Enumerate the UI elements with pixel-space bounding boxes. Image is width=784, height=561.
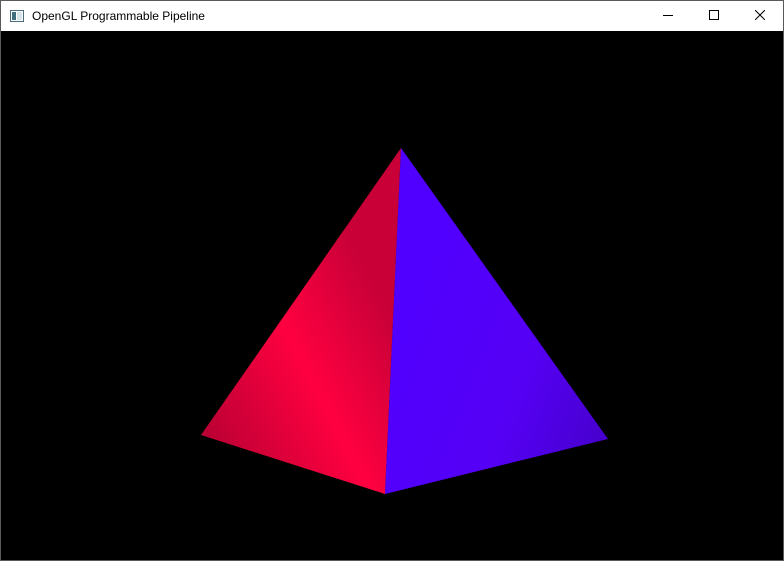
minimize-button[interactable] xyxy=(645,1,691,31)
opengl-viewport[interactable] xyxy=(1,31,783,560)
maximize-button[interactable] xyxy=(691,1,737,31)
pyramid-right-face xyxy=(385,148,608,494)
minimize-icon xyxy=(663,7,673,25)
application-window: OpenGL Programmable Pipeline xyxy=(0,0,784,561)
close-button[interactable] xyxy=(737,1,783,31)
caption-buttons xyxy=(645,1,783,31)
maximize-icon xyxy=(709,7,719,25)
window-title: OpenGL Programmable Pipeline xyxy=(32,9,205,23)
title-bar[interactable]: OpenGL Programmable Pipeline xyxy=(1,1,783,31)
app-window-icon xyxy=(9,8,25,24)
pyramid-left-face xyxy=(201,148,401,494)
close-icon xyxy=(754,7,766,25)
pyramid-render xyxy=(201,148,608,494)
